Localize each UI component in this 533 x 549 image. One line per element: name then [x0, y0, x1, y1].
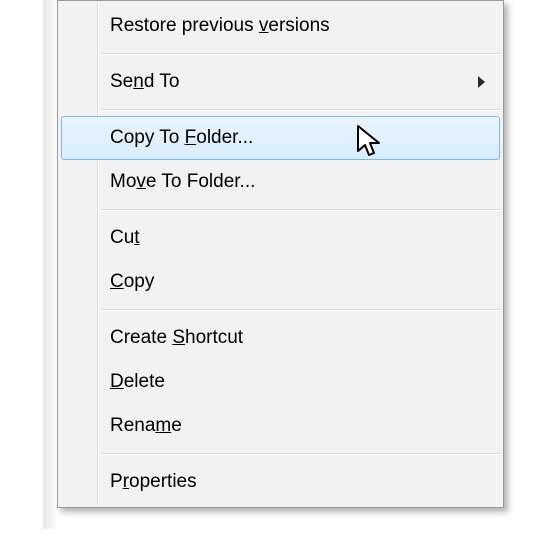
- menu-item-cut[interactable]: Cut: [61, 216, 500, 260]
- menu-item-properties[interactable]: Properties: [61, 460, 500, 504]
- menu-separator: [101, 53, 500, 55]
- adjacent-menu-shadow: [43, 0, 57, 529]
- menu-separator: [101, 209, 500, 211]
- menu-item-label: Copy: [110, 271, 154, 293]
- menu-item-move-to-folder[interactable]: Move To Folder...: [61, 160, 500, 204]
- menu-item-label: Move To Folder...: [110, 171, 255, 193]
- menu-separator: [101, 309, 500, 311]
- menu-item-send-to[interactable]: Send To: [61, 60, 500, 104]
- menu-item-create-shortcut[interactable]: Create Shortcut: [61, 316, 500, 360]
- menu-item-delete[interactable]: Delete: [61, 360, 500, 404]
- menu-item-label: Create Shortcut: [110, 327, 243, 349]
- menu-item-label: Delete: [110, 371, 165, 393]
- context-menu: Restore previous versions Send To Copy T…: [57, 0, 504, 508]
- menu-item-label: Properties: [110, 471, 197, 493]
- menu-item-label: Rename: [110, 415, 182, 437]
- chevron-right-icon: [478, 76, 485, 88]
- menu-separator: [101, 109, 500, 111]
- menu-item-label: Restore previous versions: [110, 15, 330, 37]
- menu-item-label: Cut: [110, 227, 140, 249]
- menu-item-copy[interactable]: Copy: [61, 260, 500, 304]
- menu-separator: [101, 453, 500, 455]
- menu-item-label: Copy To Folder...: [110, 127, 253, 149]
- menu-item-restore-previous-versions[interactable]: Restore previous versions: [61, 4, 500, 48]
- menu-item-label: Send To: [110, 71, 179, 93]
- menu-item-copy-to-folder[interactable]: Copy To Folder...: [61, 116, 500, 160]
- menu-item-rename[interactable]: Rename: [61, 404, 500, 448]
